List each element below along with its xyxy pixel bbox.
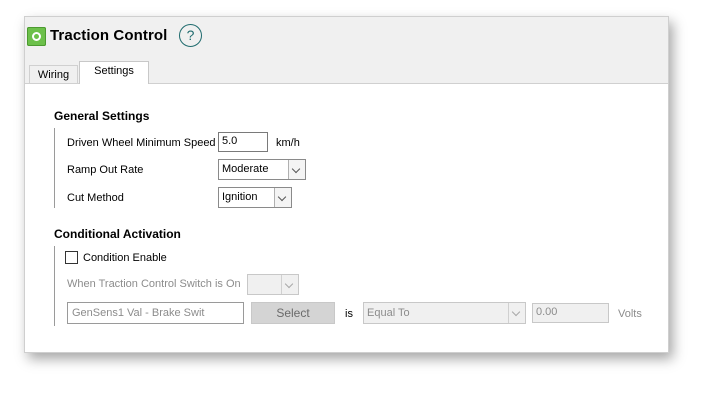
threshold-input[interactable]: 0.00 bbox=[532, 303, 609, 323]
chevron-down-icon[interactable] bbox=[508, 303, 525, 323]
operator-value: Equal To bbox=[367, 307, 410, 319]
switch-on-label: When Traction Control Switch is On bbox=[67, 278, 241, 290]
traction-control-app-icon bbox=[27, 27, 46, 46]
cut-method-label: Cut Method bbox=[67, 192, 124, 204]
switch-on-select[interactable] bbox=[247, 274, 299, 295]
operator-select[interactable]: Equal To bbox=[363, 302, 526, 324]
cut-method-select[interactable]: Ignition bbox=[218, 187, 292, 208]
window-header: Traction Control ? Wiring Settings bbox=[25, 17, 668, 84]
condition-enable-label[interactable]: Condition Enable bbox=[83, 252, 167, 264]
tab-settings[interactable]: Settings bbox=[79, 61, 149, 84]
condition-enable-checkbox[interactable] bbox=[65, 251, 78, 264]
ramp-out-value: Moderate bbox=[222, 163, 269, 175]
conditional-activation-divider bbox=[54, 246, 55, 326]
general-settings-heading: General Settings bbox=[54, 109, 150, 123]
ramp-out-select[interactable]: Moderate bbox=[218, 159, 306, 180]
conditional-activation-heading: Conditional Activation bbox=[54, 227, 181, 241]
ramp-out-label: Ramp Out Rate bbox=[67, 164, 144, 176]
min-speed-label: Driven Wheel Minimum Speed bbox=[67, 137, 216, 149]
traction-control-window: Traction Control ? Wiring Settings Gener… bbox=[24, 16, 669, 353]
chevron-down-icon[interactable] bbox=[281, 275, 298, 294]
cut-method-value: Ignition bbox=[222, 191, 258, 203]
chevron-down-icon[interactable] bbox=[288, 160, 305, 179]
general-settings-divider bbox=[54, 128, 55, 208]
source-input[interactable]: GenSens1 Val - Brake Swit bbox=[67, 302, 244, 324]
select-button[interactable]: Select bbox=[251, 302, 335, 324]
page-title: Traction Control bbox=[50, 27, 168, 44]
chevron-down-icon[interactable] bbox=[274, 188, 291, 207]
is-label: is bbox=[345, 308, 353, 320]
volts-unit-label: Volts bbox=[618, 308, 642, 320]
tab-wiring[interactable]: Wiring bbox=[29, 65, 78, 84]
min-speed-input[interactable]: 5.0 bbox=[218, 132, 268, 152]
help-icon[interactable]: ? bbox=[179, 24, 202, 47]
min-speed-unit: km/h bbox=[276, 137, 300, 149]
